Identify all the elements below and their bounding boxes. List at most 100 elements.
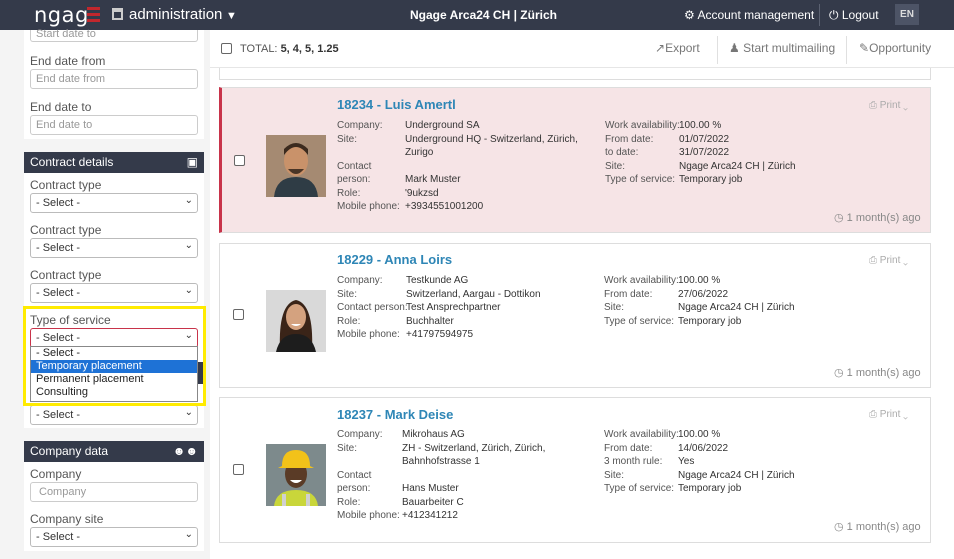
total-values: 5, 4, 5, 1.25	[280, 43, 339, 55]
worker-portrait-icon	[266, 444, 326, 506]
site-key: Site:	[337, 288, 358, 300]
card-right-values: 100.00 % 14/06/2022 Yes Ngage Arca24 CH | Z…	[678, 428, 795, 496]
card-right-labels: Work availability: From date: to date: Site…	[605, 119, 680, 187]
chevron-down-icon: ⌄	[184, 529, 193, 540]
pencil-icon: ✎	[859, 41, 870, 55]
rule-value: Yes	[678, 456, 695, 467]
ago-label: 1 month(s) ago	[846, 212, 921, 224]
from-key: From date:	[605, 133, 654, 145]
account-management-link[interactable]: ⚙ Account management	[684, 0, 814, 30]
company-site-title: Ngage Arca24 CH | Zürich	[410, 8, 557, 22]
previous-card-edge	[219, 68, 931, 80]
id-card-icon: ▣	[186, 155, 198, 169]
site-value: Ngage Arca24 CH | Zürich	[678, 469, 795, 481]
chevron-down-icon: ⌄	[903, 100, 908, 111]
from-value: 01/07/2022	[679, 133, 730, 145]
card-checkbox[interactable]	[233, 309, 244, 320]
logo-mark-icon	[87, 7, 100, 22]
company-key: Company:	[337, 120, 383, 131]
print-button[interactable]: ⎙ Print ⌄	[869, 100, 908, 111]
print-button[interactable]: ⎙ Print ⌄	[869, 409, 908, 420]
start-date-to-field[interactable]: Start date to	[30, 29, 198, 42]
card-checkbox[interactable]	[233, 464, 244, 475]
company-label: Company	[30, 467, 82, 481]
mobile-value: +3934551001200	[405, 201, 484, 212]
mobile-value: +41797594975	[406, 329, 474, 340]
candidate-name-link[interactable]: 18229 - Anna Loirs	[337, 252, 452, 267]
contract-type-select[interactable]: - Select - ⌄	[30, 238, 198, 258]
app-switcher[interactable]: administration ▼	[112, 0, 237, 30]
timestamp: ◷ 1 month(s) ago	[834, 520, 921, 533]
man-portrait-icon	[266, 135, 326, 197]
company-key: Company:	[337, 429, 383, 440]
contract-type-select[interactable]: - Select - ⌄	[30, 283, 198, 303]
card-left-labels: Company: Site: Contact person: Role: Mobile …	[337, 274, 408, 342]
multimailing-label: Start multimailing	[743, 41, 836, 55]
top-bar: ngag administration ▼ Ngage Arca24 CH | …	[0, 0, 954, 30]
company-value: Mikrohaus AG	[402, 429, 465, 440]
ngage-logo[interactable]: ngag	[34, 3, 89, 27]
logout-label: Logout	[841, 8, 879, 22]
select-all-checkbox[interactable]	[221, 43, 232, 54]
app-name: administration	[129, 6, 223, 23]
service-value: Temporary job	[679, 174, 743, 185]
power-icon: ⏻	[829, 8, 839, 22]
end-date-from-field[interactable]: End date from	[30, 69, 198, 89]
card-right-values: 100.00 % 27/06/2022 Ngage Arca24 CH | Züri…	[678, 274, 795, 328]
total-counter: TOTAL: 5, 4, 5, 1.25	[240, 43, 339, 55]
print-label: Print	[879, 255, 901, 266]
export-button[interactable]: ↗Export	[655, 41, 700, 55]
card-checkbox[interactable]	[234, 155, 245, 166]
card-right-values: 100.00 % 01/07/2022 31/07/2022 Ngage Arca24…	[679, 119, 796, 187]
contact-key: Contact	[337, 469, 372, 481]
printer-icon: ⎙	[869, 100, 877, 111]
start-multimailing-button[interactable]: ♟ Start multimailing	[729, 41, 835, 55]
timestamp: ◷ 1 month(s) ago	[834, 366, 921, 379]
candidate-name-link[interactable]: 18234 - Luis Amertl	[337, 97, 456, 112]
site-value: Underground HQ - Switzerland, Zürich,	[405, 133, 578, 145]
opportunity-label: Opportunity	[869, 41, 932, 55]
contract-type-select[interactable]: - Select - ⌄	[30, 193, 198, 213]
card-left-values: Testkunde AG Switzerland, Aargau - Dottik…	[406, 274, 541, 342]
language-button[interactable]: EN	[895, 4, 919, 25]
divider	[846, 36, 847, 64]
account-label: Account management	[697, 8, 815, 22]
work-value: 100.00 %	[679, 120, 722, 131]
end-date-to-field[interactable]: End date to	[30, 115, 198, 135]
card-left-labels: Company: Site: Contact person: Role: Mobile …	[337, 428, 400, 523]
mobile-key: Mobile phone:	[337, 510, 400, 521]
select-value: - Select -	[36, 531, 81, 543]
contact-value: Mark Muster	[405, 174, 461, 185]
candidate-photo	[266, 444, 326, 506]
site-key: Site:	[337, 133, 358, 145]
company-data-header[interactable]: Company data ☻☻	[24, 441, 204, 462]
service-key: Type of service:	[605, 174, 676, 185]
candidate-photo	[266, 290, 326, 352]
print-button[interactable]: ⎙ Print ⌄	[869, 255, 908, 266]
service-value: Temporary job	[678, 315, 742, 327]
logout-button[interactable]: ⏻ Logout	[829, 0, 879, 30]
export-label: Export	[665, 41, 700, 55]
card-left-values: Mikrohaus AG ZH - Switzerland, Zürich, Zü…	[402, 428, 545, 523]
company-value: Testkunde AG	[406, 275, 469, 286]
grid-icon	[112, 8, 123, 20]
opportunity-button[interactable]: ✎Opportunity	[859, 41, 931, 55]
company-site-select[interactable]: - Select - ⌄	[30, 527, 198, 547]
company-data-title: Company data	[30, 444, 109, 458]
contact-value: Test Ansprechpartner	[406, 302, 501, 313]
site-key: Site:	[604, 302, 625, 313]
contact-value: Hans Muster	[402, 483, 459, 494]
clock-icon: ◷	[834, 212, 844, 224]
chevron-down-icon: ⌄	[184, 240, 193, 251]
contract-filter-select[interactable]: - Select - ⌄	[30, 405, 198, 425]
contract-type-label: Contract type	[30, 268, 102, 282]
mobile-value: +412341212	[402, 510, 458, 521]
candidate-name-link[interactable]: 18237 - Mark Deise	[337, 407, 453, 422]
chevron-down-icon: ⌄	[903, 255, 908, 266]
card-right-labels: Work availability: From date: Site: Type of…	[604, 274, 679, 328]
work-value: 100.00 %	[678, 275, 721, 286]
company-field[interactable]: Company	[30, 482, 198, 502]
contract-details-header[interactable]: Contract details ▣	[24, 152, 204, 173]
role-value: '9ukzsd	[405, 187, 439, 199]
gear-icon: ⚙	[684, 8, 695, 22]
